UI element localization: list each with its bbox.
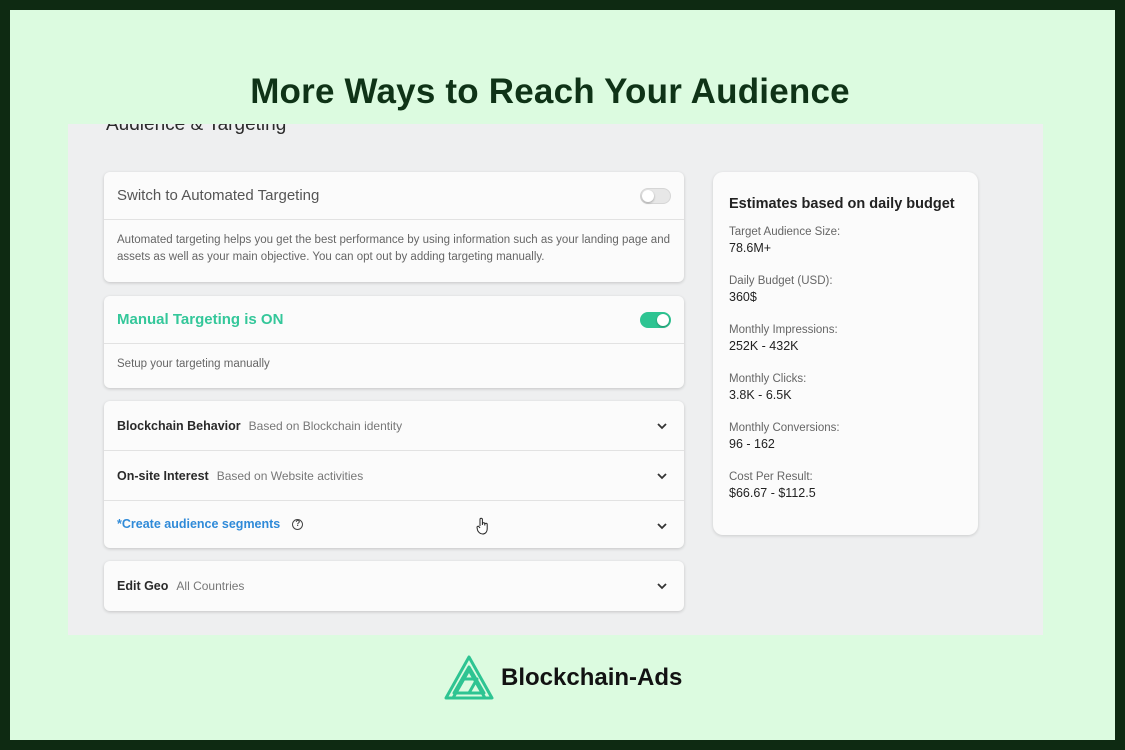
brand-logo: Blockchain-Ads [443, 650, 682, 706]
row-label: On-site Interest [117, 468, 209, 483]
metric-value: 78.6M+ [729, 241, 772, 255]
metric-monthly-clicks: Monthly Clicks: 3.8K - 6.5K [729, 373, 962, 402]
automated-targeting-card: Switch to Automated Targeting Automated … [104, 172, 684, 282]
edit-geo-label: Edit Geo [117, 579, 169, 593]
metric-value: 96 - 162 [729, 437, 775, 451]
chevron-down-icon[interactable] [656, 470, 668, 482]
create-audience-segments-row[interactable]: *Create audience segments ? [104, 501, 684, 547]
onsite-interest-row[interactable]: On-site Interest Based on Website activi… [104, 451, 684, 501]
manual-targeting-card: Manual Targeting is ON Setup your target… [104, 296, 684, 388]
metric-value: 360$ [729, 290, 757, 304]
targeting-options-card: Blockchain Behavior Based on Blockchain … [104, 401, 684, 548]
metric-label: Daily Budget (USD): [729, 275, 833, 287]
row-label: Blockchain Behavior [117, 418, 241, 433]
metric-audience-size: Target Audience Size: 78.6M+ [729, 226, 962, 255]
metric-label: Cost Per Result: [729, 471, 813, 483]
manual-targeting-description: Setup your targeting manually [117, 358, 270, 370]
metric-value: 252K - 432K [729, 339, 799, 353]
headline: More Ways to Reach Your Audience [250, 72, 850, 111]
edit-geo-row[interactable]: Edit Geo All Countries [104, 561, 684, 611]
chevron-down-icon[interactable] [656, 520, 668, 532]
metric-monthly-conversions: Monthly Conversions: 96 - 162 [729, 422, 962, 451]
slide-frame: More Ways to Reach Your Audience Audienc… [10, 10, 1115, 740]
automated-targeting-description: Automated targeting helps you get the be… [117, 234, 670, 263]
estimates-panel: Estimates based on daily budget Target A… [713, 172, 978, 535]
edit-geo-card: Edit Geo All Countries [104, 561, 684, 611]
help-icon[interactable]: ? [292, 518, 304, 530]
row-subtitle: Based on Blockchain identity [248, 418, 403, 433]
metric-label: Target Audience Size: [729, 226, 841, 238]
hand-cursor-icon [476, 517, 488, 535]
metric-label: Monthly Conversions: [729, 422, 840, 434]
metric-label: Monthly Impressions: [729, 324, 838, 336]
estimates-title: Estimates based on daily budget [729, 196, 955, 212]
create-audience-segments-link[interactable]: *Create audience segments [117, 517, 280, 531]
metric-monthly-impressions: Monthly Impressions: 252K - 432K [729, 324, 962, 353]
metric-value: 3.8K - 6.5K [729, 388, 792, 402]
brand-name: Blockchain-Ads [501, 664, 683, 691]
chevron-down-icon[interactable] [656, 420, 668, 432]
row-subtitle: Based on Website activities [216, 468, 364, 483]
metric-label: Monthly Clicks: [729, 373, 807, 385]
metric-value: $66.67 - $112.5 [729, 486, 816, 500]
blockchain-behavior-row[interactable]: Blockchain Behavior Based on Blockchain … [104, 401, 684, 451]
manual-targeting-toggle[interactable] [640, 311, 671, 328]
manual-targeting-title: Manual Targeting is ON [117, 311, 284, 328]
edit-geo-subtitle: All Countries [176, 579, 245, 593]
metric-cost-per-result: Cost Per Result: $66.67 - $112.5 [729, 471, 962, 500]
section-title: Audience & Targeting [106, 124, 287, 135]
automated-targeting-toggle[interactable] [640, 187, 671, 204]
app-screenshot: Audience & Targeting Switch to Automated… [68, 124, 1043, 635]
automated-targeting-header[interactable]: Switch to Automated Targeting [104, 172, 684, 220]
manual-targeting-header[interactable]: Manual Targeting is ON [104, 296, 684, 344]
chevron-down-icon[interactable] [656, 580, 668, 592]
blockchain-ads-logo-icon [444, 655, 494, 700]
automated-targeting-title: Switch to Automated Targeting [117, 187, 320, 204]
metric-daily-budget: Daily Budget (USD): 360$ [729, 275, 962, 304]
